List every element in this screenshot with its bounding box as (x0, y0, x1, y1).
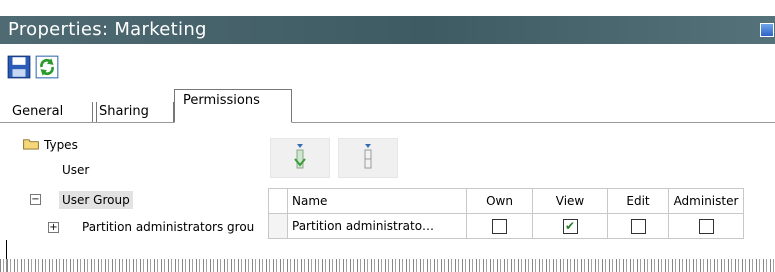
cell-view: ✔ (532, 213, 608, 239)
tree-item-user-group[interactable]: User Group (59, 191, 133, 209)
row-header-cell (268, 213, 288, 239)
cell-administer (668, 213, 744, 239)
column-header-edit[interactable]: Edit (607, 188, 669, 214)
expand-icon[interactable]: + (48, 222, 59, 233)
status-strip (0, 259, 775, 272)
row-header-cell (268, 188, 288, 214)
tab-permissions[interactable]: Permissions (174, 89, 292, 123)
add-permission-button[interactable] (270, 138, 330, 178)
cell-own (466, 213, 533, 239)
cell-name[interactable]: Partition administrato… (287, 213, 467, 239)
view-checkbox[interactable]: ✔ (562, 218, 578, 234)
tree-item-user[interactable]: User (62, 161, 89, 179)
table-row[interactable]: Partition administrato… ✔ (268, 213, 744, 239)
remove-permission-icon (364, 144, 372, 169)
window-title: Properties: Marketing (8, 19, 207, 40)
tab-general[interactable]: General (6, 102, 97, 122)
tab-sharing[interactable]: Sharing (92, 102, 174, 122)
tab-bar: General Sharing Permissions (0, 88, 775, 123)
top-strip (0, 0, 775, 16)
cell-edit (607, 213, 669, 239)
column-header-administer[interactable]: Administer (668, 188, 744, 214)
column-header-view[interactable]: View (532, 188, 608, 214)
tree-item-types[interactable]: Types (44, 136, 78, 154)
tree-item-partition-administrators[interactable]: Partition administrators grou (82, 218, 254, 236)
collapse-icon[interactable]: − (30, 194, 41, 205)
column-header-name[interactable]: Name (287, 188, 467, 214)
title-bar: Properties: Marketing (0, 16, 775, 44)
add-permission-icon (294, 144, 306, 169)
grid-header-row: Name Own View Edit Administer (268, 188, 744, 214)
save-icon[interactable] (6, 54, 32, 80)
refresh-icon[interactable] (34, 54, 60, 80)
toolbar (0, 48, 775, 88)
permissions-grid: Name Own View Edit Administer Partition … (268, 188, 744, 239)
window-control-icon[interactable] (760, 23, 774, 37)
remove-permission-button[interactable] (338, 138, 398, 178)
column-header-own[interactable]: Own (466, 188, 533, 214)
edit-checkbox[interactable] (630, 218, 646, 234)
types-tree: Types User − User Group + Partition admi… (0, 126, 265, 246)
administer-checkbox[interactable] (698, 218, 714, 234)
own-checkbox[interactable] (492, 218, 507, 234)
folder-icon (23, 139, 39, 150)
